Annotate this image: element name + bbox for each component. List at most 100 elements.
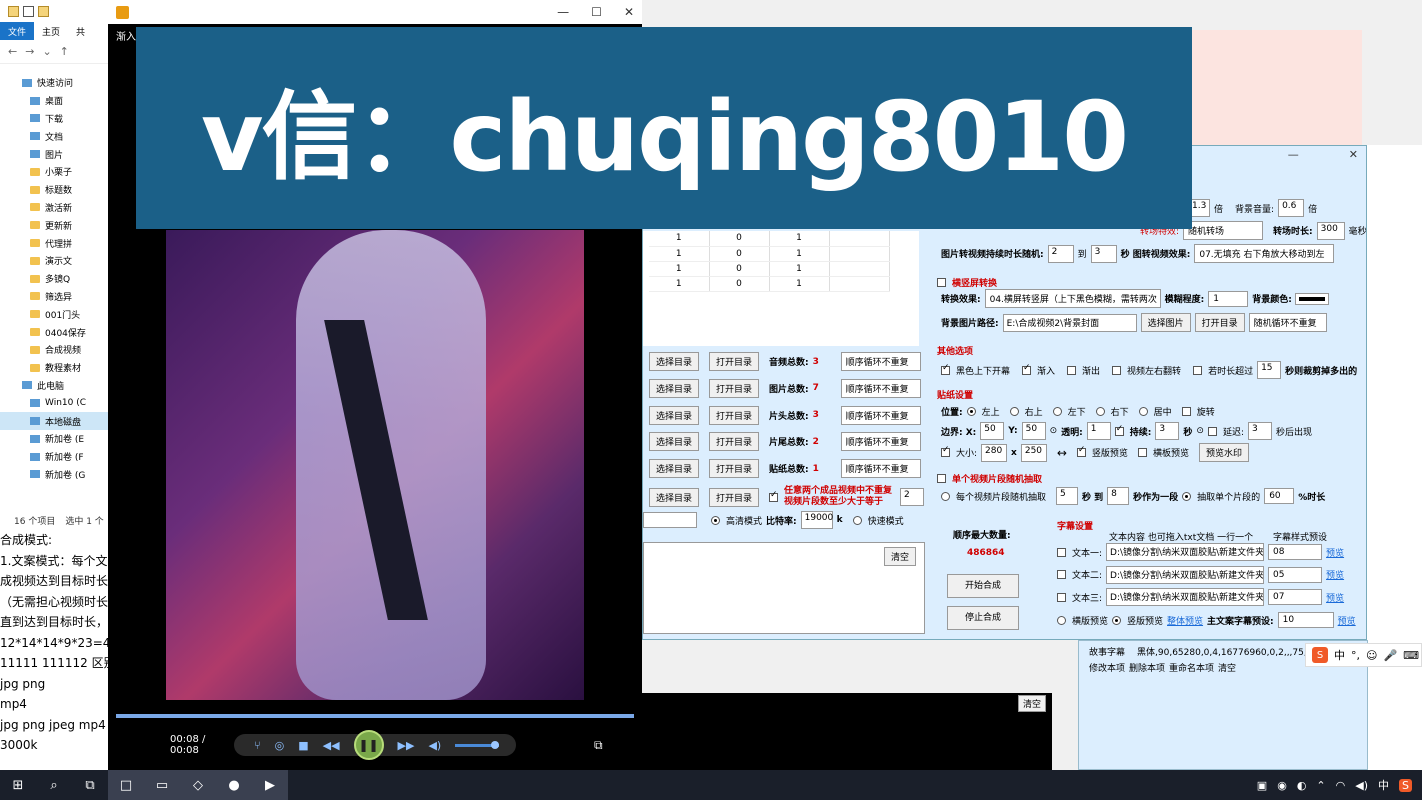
blank-app-icon[interactable]: □ (108, 770, 144, 800)
task-view-icon[interactable]: ⧉ (72, 770, 108, 800)
stop-icon[interactable]: ■ (298, 739, 308, 752)
select-dir-button[interactable]: 选择目录 (649, 432, 700, 452)
ribbon-tab-home[interactable]: 主页 (34, 22, 68, 40)
select-dir-button[interactable]: 选择目录 (649, 352, 700, 371)
start-compose-button[interactable]: 开始合成 (947, 574, 1019, 598)
table-row[interactable]: 101 (649, 231, 890, 247)
main-preview-link[interactable]: 预览 (1338, 614, 1356, 627)
select-dir-button[interactable]: 选择目录 (649, 459, 700, 479)
sogou-icon[interactable]: S (1399, 778, 1412, 792)
volume-slider[interactable] (455, 740, 500, 749)
main-preset-select[interactable]: 10 (1277, 612, 1334, 628)
nav-item[interactable]: 下载 (0, 110, 109, 128)
file-explorer-icon[interactable]: ▭ (144, 770, 180, 800)
nav-item[interactable]: 新加卷 (G (0, 466, 109, 484)
document-text-area[interactable]: 合成模式: 1.文案模式：每个文件 成视频达到目标时长 （无需担心视频时长不 直到达到目… (0, 530, 110, 770)
table-row[interactable]: 101 (649, 246, 890, 262)
rewind-icon[interactable]: ◀◀ (323, 739, 340, 752)
volume-icon[interactable]: ◀) (1355, 779, 1368, 792)
extract-from-input[interactable]: 5 (1056, 487, 1079, 505)
subtitle-preview-link[interactable]: 预览 (1326, 568, 1344, 581)
nav-item[interactable]: 小栗子 (0, 163, 109, 181)
transition-effect-select[interactable]: 随机转场 (1183, 221, 1264, 240)
trim-input[interactable]: 15 (1257, 361, 1282, 379)
dedup-checkbox[interactable] (769, 490, 779, 502)
select-dir-button[interactable]: 选择目录 (649, 487, 700, 507)
image-duration-from[interactable]: 2 (1047, 244, 1074, 263)
nav-item[interactable]: 001门头 (0, 305, 109, 323)
media-order-select[interactable]: 顺序循环不重复 (840, 432, 921, 452)
size-h-input[interactable]: 250 (1020, 443, 1047, 462)
margin-y-input[interactable]: 50 (1021, 422, 1046, 440)
landscape-checkbox[interactable] (937, 278, 946, 287)
chevron-down-icon[interactable]: ⌄ (42, 45, 51, 58)
search-icon[interactable]: ⌕ (36, 770, 72, 800)
clear-log-button[interactable]: 清空 (883, 547, 916, 566)
fast-forward-icon[interactable]: ▶▶ (398, 739, 415, 752)
select-dir-button[interactable]: 选择目录 (649, 405, 700, 425)
subtitle-style-select[interactable]: 05 (1268, 566, 1323, 583)
table-row[interactable]: 101 (649, 261, 890, 277)
chevron-up-icon[interactable]: ⌃ (1316, 779, 1325, 792)
tray-lang[interactable]: 中 (1378, 777, 1389, 793)
subtitle-style-select[interactable]: 08 (1268, 544, 1323, 560)
close-button[interactable]: ✕ (1349, 148, 1358, 161)
open-dir-button[interactable]: 打开目录 (709, 432, 760, 452)
open-dir-button[interactable]: 打开目录 (709, 352, 760, 371)
percent-extract-radio[interactable] (1182, 491, 1192, 501)
open-dir-button[interactable]: 打开目录 (709, 459, 760, 479)
seek-bar[interactable] (116, 714, 634, 718)
nav-item[interactable]: 合成视频 (0, 341, 109, 359)
open-dir-button[interactable]: 打开目录 (709, 405, 760, 425)
margin-x-input[interactable]: 50 (980, 422, 1005, 440)
open-dir-button[interactable]: 打开目录 (709, 378, 760, 398)
forward-icon[interactable]: → (25, 45, 34, 58)
tray-nvidia-icon[interactable]: ◐ (1297, 779, 1307, 792)
hpreview-radio[interactable] (1057, 615, 1066, 625)
dedup-input[interactable]: 2 (900, 488, 925, 506)
volume-knob[interactable] (491, 740, 500, 749)
rotate-checkbox[interactable] (1181, 407, 1191, 416)
persist-checkbox[interactable] (1114, 424, 1124, 436)
nav-item[interactable]: 筛选异 (0, 288, 109, 306)
hd-mode-radio[interactable] (711, 515, 720, 525)
pos-radio-top-right[interactable] (1009, 407, 1019, 416)
checkbox-icon[interactable] (23, 5, 34, 17)
bg-order-select[interactable]: 随机循环不重复 (1248, 313, 1327, 332)
rename-item-button[interactable]: 重命名本项 (1169, 661, 1214, 674)
maximize-button[interactable]: ☐ (591, 5, 602, 19)
ribbon-tab-file[interactable]: 文件 (0, 22, 35, 40)
media-order-select[interactable]: 顺序循环不重复 (840, 378, 921, 398)
tray-app-icon[interactable]: ▣ (1257, 779, 1267, 792)
subtitle-style-select[interactable]: 07 (1268, 589, 1323, 605)
bitrate-input[interactable]: 19000 (800, 511, 833, 529)
mic-icon[interactable]: 🎤 (1383, 649, 1397, 662)
fast-mode-radio[interactable] (852, 515, 862, 525)
subtitle-path-input[interactable]: D:\镜像分割\纳米双面胶贴\新建文件夹 (1106, 543, 1265, 561)
back-icon[interactable]: ← (8, 45, 17, 58)
pos-radio-bottom-left[interactable] (1052, 407, 1062, 416)
quality-select[interactable] (643, 512, 697, 528)
log-textarea[interactable]: 清空 (643, 542, 925, 634)
subtitle-checkbox[interactable] (1057, 592, 1066, 602)
media-order-select[interactable]: 顺序循环不重复 (840, 459, 921, 479)
nav-item[interactable]: 标题数 (0, 181, 109, 199)
nav-item[interactable]: 演示文 (0, 252, 109, 270)
clear-items-button[interactable]: 清空 (1218, 661, 1236, 674)
bgcolor-picker[interactable] (1294, 292, 1329, 305)
alpha-input[interactable]: 1 (1086, 422, 1111, 440)
pos-radio-bottom-right[interactable] (1095, 407, 1105, 416)
delay-checkbox[interactable] (1207, 426, 1217, 436)
ribbon-tab-share[interactable]: 共 (68, 22, 93, 40)
sogou-icon[interactable]: S (1312, 647, 1328, 663)
nav-item[interactable]: 新加卷 (E (0, 430, 109, 448)
landscape-effect-select[interactable]: 04.横屏转竖屏（上下黑色模糊，需转两次 (984, 289, 1161, 308)
select-dir-button[interactable]: 选择目录 (649, 378, 700, 398)
repeat-icon[interactable]: ◎ (275, 739, 285, 752)
persist-input[interactable]: 3 (1155, 422, 1180, 440)
subtitle-checkbox[interactable] (1057, 570, 1066, 579)
image-duration-to[interactable]: 3 (1090, 244, 1117, 263)
clear-console-button[interactable]: 清空 (1017, 695, 1046, 712)
vpreview-radio[interactable] (1112, 615, 1122, 625)
vpreview-checkbox[interactable] (1076, 445, 1086, 457)
